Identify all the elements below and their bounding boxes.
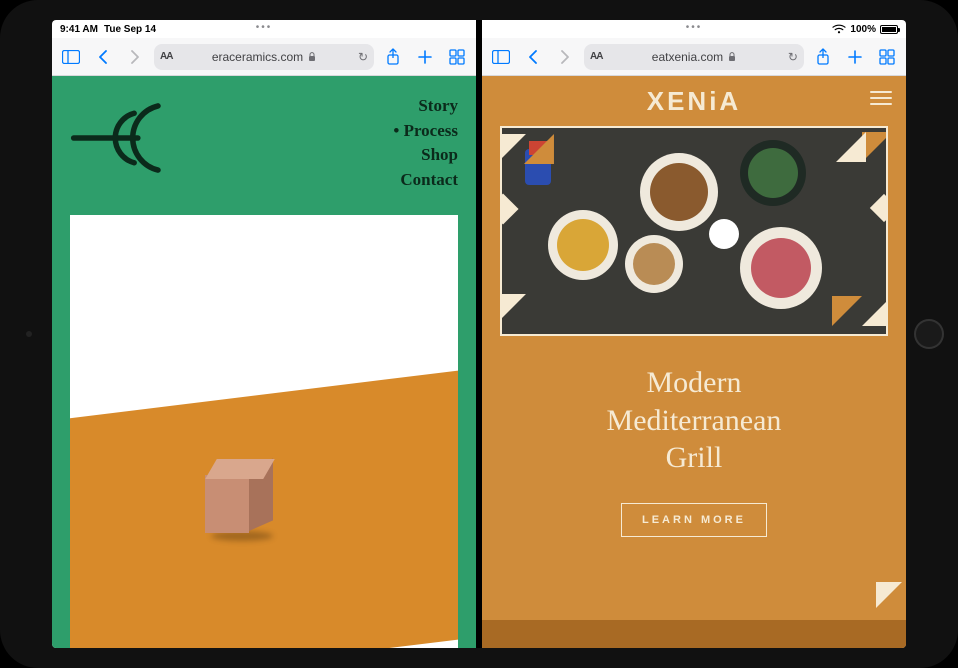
screen: 9:41 AM Tue Sep 14 ••• AA eraceramics.co…: [52, 20, 906, 648]
tabs-overview-button[interactable]: [444, 44, 470, 70]
era-nav: Story Process Shop Contact: [393, 94, 458, 193]
tabs-overview-button[interactable]: [874, 44, 900, 70]
split-view-left-pane: 9:41 AM Tue Sep 14 ••• AA eraceramics.co…: [52, 20, 476, 648]
xenia-hero-image: [500, 126, 888, 336]
hamburger-menu-icon[interactable]: [870, 90, 892, 106]
tagline-line: Mediterranean: [482, 402, 906, 440]
xenia-footer-strip: [482, 620, 906, 648]
address-bar[interactable]: AA eatxenia.com ↻: [584, 44, 804, 70]
share-button[interactable]: [380, 44, 406, 70]
clay-block-graphic: [205, 459, 277, 535]
address-bar[interactable]: AA eraceramics.com ↻: [154, 44, 374, 70]
lock-icon: [728, 52, 736, 62]
reader-aa-icon[interactable]: AA: [160, 51, 172, 62]
multitasking-handle-icon[interactable]: •••: [686, 22, 703, 33]
tagline-line: Modern: [482, 364, 906, 402]
url-text: eatxenia.com: [652, 50, 723, 64]
wifi-icon: [832, 24, 846, 34]
reader-aa-icon[interactable]: AA: [590, 51, 602, 62]
era-logo[interactable]: [70, 94, 180, 182]
website-era-ceramics: Story Process Shop Contact: [52, 76, 476, 648]
share-button[interactable]: [810, 44, 836, 70]
sidebar-toggle-button[interactable]: [58, 44, 84, 70]
multitasking-handle-icon[interactable]: •••: [256, 22, 273, 33]
xenia-tagline: Modern Mediterranean Grill: [482, 364, 906, 477]
xenia-logo[interactable]: XENiA: [647, 86, 741, 117]
battery-icon: [880, 25, 898, 34]
url-text: eraceramics.com: [212, 50, 303, 64]
home-button[interactable]: [914, 319, 944, 349]
nav-link-shop[interactable]: Shop: [393, 143, 458, 168]
nav-link-story[interactable]: Story: [393, 94, 458, 119]
status-date: Tue Sep 14: [104, 24, 156, 35]
back-button[interactable]: [90, 44, 116, 70]
back-button[interactable]: [520, 44, 546, 70]
era-hero-image: [70, 215, 458, 648]
new-tab-button[interactable]: [412, 44, 438, 70]
ipad-frame: 9:41 AM Tue Sep 14 ••• AA eraceramics.co…: [0, 0, 958, 668]
lock-icon: [308, 52, 316, 62]
learn-more-button[interactable]: LEARN MORE: [621, 503, 767, 537]
website-xenia: XENiA: [482, 76, 906, 648]
status-time: 9:41 AM: [60, 24, 98, 35]
reload-icon[interactable]: ↻: [358, 50, 368, 64]
split-view-right-pane: 100% ••• AA eatxenia.com: [482, 20, 906, 648]
front-camera: [26, 331, 32, 337]
sidebar-toggle-button[interactable]: [488, 44, 514, 70]
battery-percent: 100%: [850, 24, 876, 35]
safari-toolbar-right: AA eatxenia.com ↻: [482, 38, 906, 76]
tagline-line: Grill: [482, 439, 906, 477]
reload-icon[interactable]: ↻: [788, 50, 798, 64]
safari-toolbar-left: AA eraceramics.com ↻: [52, 38, 476, 76]
new-tab-button[interactable]: [842, 44, 868, 70]
forward-button: [122, 44, 148, 70]
nav-link-contact[interactable]: Contact: [393, 168, 458, 193]
nav-link-process[interactable]: Process: [393, 119, 458, 144]
forward-button: [552, 44, 578, 70]
